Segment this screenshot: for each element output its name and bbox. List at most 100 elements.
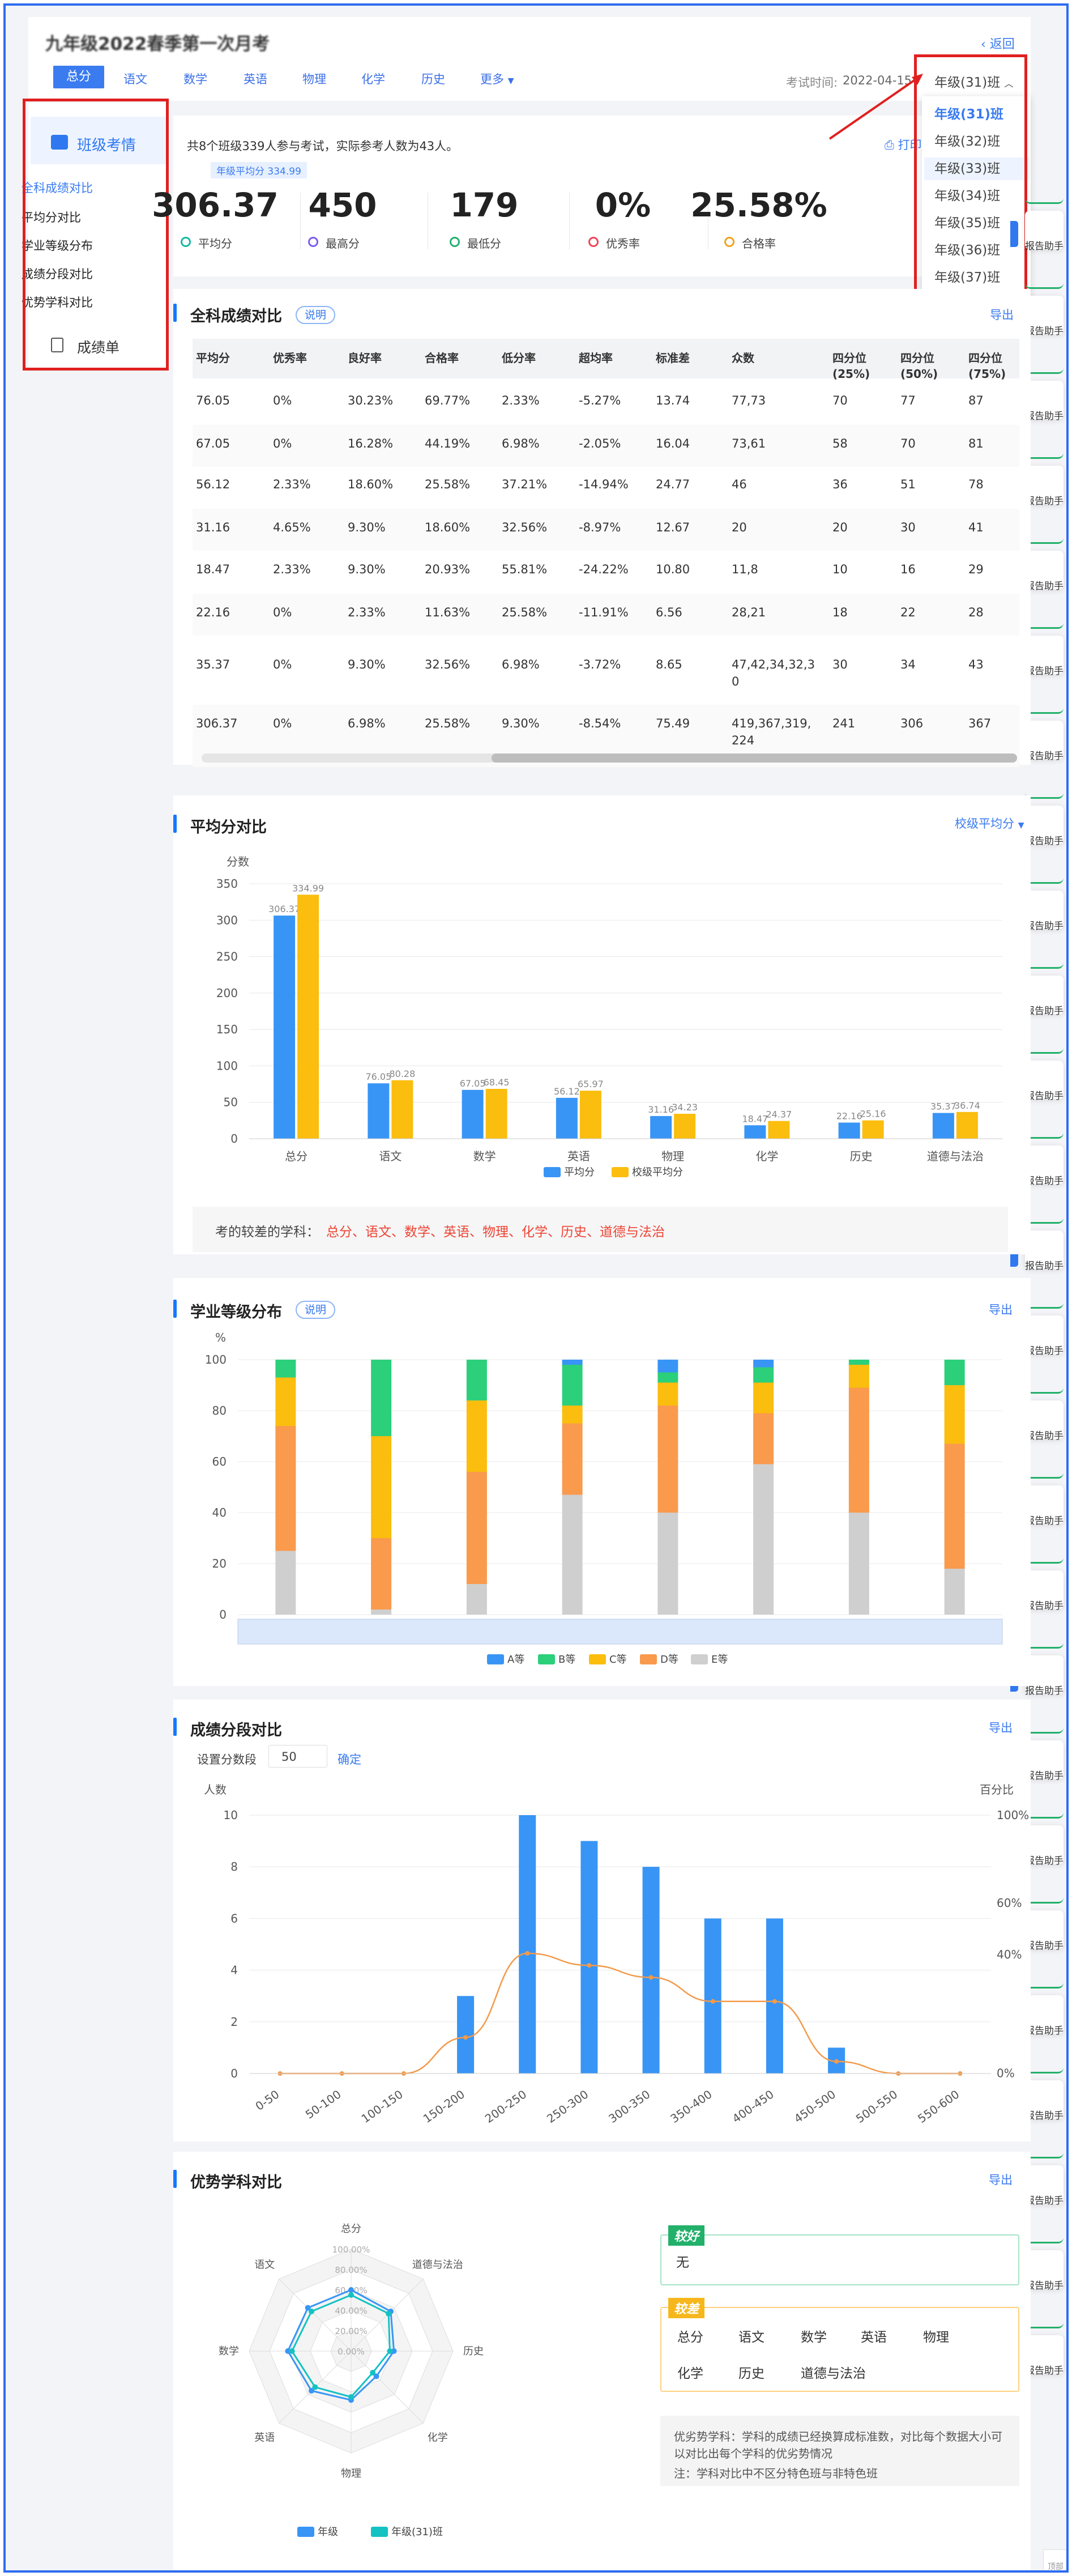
bar[interactable] [485,1088,507,1139]
radar-point[interactable] [386,2310,392,2317]
stack-segment[interactable] [275,1377,296,1427]
back-to-top[interactable]: 顶部 [1043,2549,1066,2570]
tab-history[interactable]: 历史 [421,68,445,91]
stack-segment[interactable] [753,1360,774,1368]
segment-export[interactable]: 导出 [989,1719,1013,1736]
tab-more[interactable]: 更多 ▼ [480,68,514,91]
tab-physics[interactable]: 物理 [302,68,326,91]
stack-segment[interactable] [371,1538,392,1610]
legend-swatch[interactable] [612,1167,629,1177]
stack-segment[interactable] [562,1423,583,1495]
advantage-export[interactable]: 导出 [989,2171,1013,2188]
stack-segment[interactable] [657,1360,678,1373]
radar-point[interactable] [348,2287,354,2293]
radar-point[interactable] [312,2384,318,2390]
stack-segment[interactable] [466,1472,487,1584]
tab-total[interactable]: 总分 [53,66,104,88]
stack-segment[interactable] [944,1569,965,1615]
legend-label[interactable]: B等 [558,1654,575,1666]
legend-swatch[interactable] [691,1654,708,1664]
line-point[interactable] [463,2035,468,2040]
legend-swatch[interactable] [487,1654,504,1664]
bar[interactable] [932,1113,954,1139]
tab-math[interactable]: 数学 [183,68,207,91]
bar[interactable] [297,895,319,1139]
segment-confirm[interactable]: 确定 [338,1751,361,1768]
line-point[interactable] [648,1975,654,1980]
bar[interactable] [956,1112,978,1139]
table-header[interactable]: 合格率 [425,350,498,366]
bar[interactable] [650,1115,672,1139]
all-subjects-export[interactable]: 导出 [990,306,1014,323]
stack-segment[interactable] [562,1406,583,1424]
stack-segment[interactable] [562,1360,583,1365]
stack-segment[interactable] [275,1360,296,1378]
radar-point[interactable] [348,2394,354,2400]
legend-swatch[interactable] [640,1654,657,1664]
stack-segment[interactable] [657,1382,678,1406]
all-subjects-explain[interactable]: 说明 [296,306,336,324]
line-point[interactable] [525,1951,530,1956]
radar-point[interactable] [387,2348,393,2354]
bar[interactable] [274,916,296,1139]
stack-segment[interactable] [466,1584,487,1615]
percent-line[interactable] [280,1952,960,2075]
legend-swatch[interactable] [297,2527,314,2537]
stack-segment[interactable] [753,1382,774,1413]
bar[interactable] [674,1113,696,1139]
stack-segment[interactable] [562,1365,583,1406]
level-dist-export[interactable]: 导出 [989,1301,1013,1318]
line-point[interactable] [834,2059,839,2064]
legend-label[interactable]: 平均分 [564,1166,595,1178]
table-header[interactable]: 四分位(75%) [968,350,1025,382]
bar[interactable] [642,1867,660,2073]
stack-segment[interactable] [466,1400,487,1472]
stack-segment[interactable] [944,1360,965,1385]
back-link[interactable]: ‹ 返回 [981,34,1015,52]
radar-point[interactable] [308,2308,314,2314]
avg-selector[interactable]: 校级平均分 ▼ [955,815,1024,832]
bar[interactable] [579,1091,601,1139]
legend-label[interactable]: C等 [609,1654,627,1666]
legend-label[interactable]: 校级平均分 [632,1166,683,1178]
table-header[interactable]: 优秀率 [273,350,347,366]
stack-segment[interactable] [753,1464,774,1615]
bar[interactable] [766,1918,783,2073]
radar-point[interactable] [348,2292,354,2298]
stack-segment[interactable] [275,1426,296,1551]
bar[interactable] [768,1121,790,1139]
bar[interactable] [462,1089,484,1139]
table-header[interactable]: 良好率 [348,350,421,366]
table-header[interactable]: 标准差 [656,350,729,366]
table-header[interactable]: 低分率 [502,350,575,366]
stack-segment[interactable] [371,1610,392,1615]
stack-segment[interactable] [371,1360,392,1436]
legend-swatch[interactable] [544,1167,561,1177]
bar[interactable] [519,1815,536,2073]
table-header[interactable]: 四分位(50%) [900,350,957,382]
bar[interactable] [368,1083,390,1139]
legend-swatch[interactable] [538,1654,555,1664]
table-header[interactable]: 四分位(25%) [832,350,889,382]
stack-segment[interactable] [848,1513,869,1615]
bar[interactable] [556,1097,578,1139]
stack-segment[interactable] [466,1360,487,1400]
segment-input[interactable]: 50 [268,1745,327,1768]
bar[interactable] [580,1841,598,2073]
legend-label[interactable]: A等 [507,1654,524,1666]
stack-segment[interactable] [944,1444,965,1569]
bar[interactable] [862,1120,884,1139]
legend-swatch[interactable] [589,1654,606,1664]
stack-segment[interactable] [848,1365,869,1388]
stack-segment[interactable] [657,1513,678,1615]
legend-swatch[interactable] [371,2527,388,2537]
stack-segment[interactable] [753,1413,774,1464]
tab-chemistry[interactable]: 化学 [361,68,385,91]
line-point[interactable] [710,1999,715,2004]
stack-segment[interactable] [275,1551,296,1615]
stack-segment[interactable] [848,1360,869,1365]
line-point[interactable] [772,1999,777,2004]
bar[interactable] [744,1125,766,1139]
zoom-slider[interactable] [237,1619,1003,1645]
radar-point[interactable] [289,2348,295,2354]
